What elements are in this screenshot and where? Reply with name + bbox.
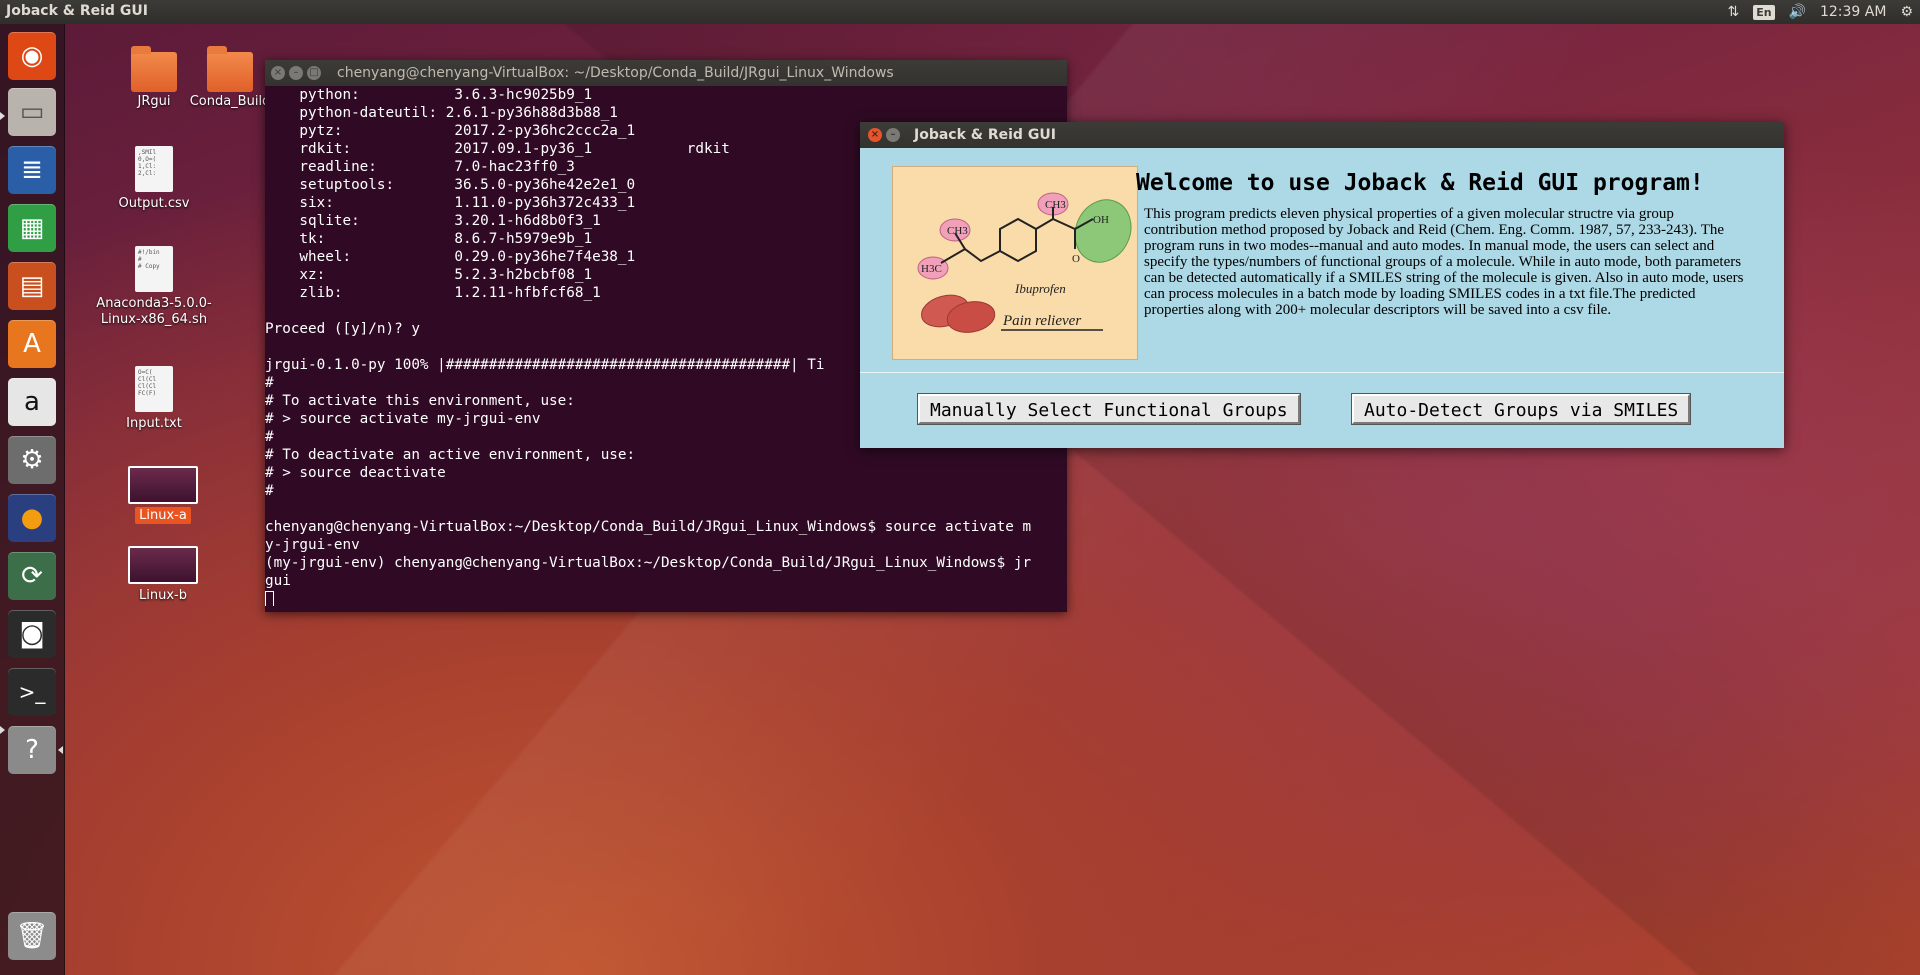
keyboard-layout-indicator[interactable]: En	[1753, 4, 1775, 20]
running-indicator	[0, 726, 5, 734]
amazon-icon[interactable]: a	[8, 378, 56, 426]
image-thumbnail	[128, 546, 198, 584]
software-center-icon[interactable]: A	[8, 320, 56, 368]
ubuntu-dash-icon[interactable]: ◉	[8, 32, 56, 80]
software-updater-icon[interactable]: ⟳	[8, 552, 56, 600]
ch3-label: CH3	[947, 225, 968, 237]
minimize-icon[interactable]: –	[289, 66, 303, 80]
gui-title: Joback & Reid GUI	[914, 127, 1056, 143]
disk-icon[interactable]: ◙	[8, 610, 56, 658]
close-icon[interactable]: ×	[868, 128, 882, 142]
ibuprofen-structure: CH3 H3C CH3 OH O Ibuprofen Pain reliever	[917, 192, 1132, 333]
desktop-icon-label: Input.txt	[126, 416, 182, 431]
terminal-titlebar[interactable]: × – □ chenyang@chenyang-VirtualBox: ~/De…	[265, 60, 1067, 86]
system-tray: ⇅ En 🔊 12:39 AM ⚙	[1720, 0, 1920, 24]
desktop-icon-label: Conda_Build	[189, 94, 271, 109]
terminal-line: #	[265, 483, 274, 499]
help-icon[interactable]: ?	[8, 726, 56, 774]
desktop-icon-label: Anaconda3-5.0.0-Linux-x86_64.sh	[96, 296, 212, 327]
manual-mode-button[interactable]: Manually Select Functional Groups	[917, 393, 1301, 425]
h3c-label: H3C	[921, 263, 942, 275]
folder-icon	[207, 46, 253, 92]
script-file-icon: #!/bin # # Copy	[135, 246, 173, 292]
auto-detect-button[interactable]: Auto-Detect Groups via SMILES	[1350, 393, 1692, 425]
oh-label: OH	[1093, 214, 1109, 226]
terminal-prompt-line[interactable]	[265, 590, 1067, 606]
desktop-image-linux-a[interactable]: Linux-a	[118, 466, 208, 524]
writer-icon[interactable]: ≣	[8, 146, 56, 194]
calc-icon[interactable]: ▦	[8, 204, 56, 252]
jr-gui-window: × – Joback & Reid GUI CH3 H3C CH3 OH O I…	[860, 122, 1784, 448]
close-icon[interactable]: ×	[271, 66, 285, 80]
terminal-title: chenyang@chenyang-VirtualBox: ~/Desktop/…	[337, 65, 894, 81]
terminal-line: gui	[265, 573, 291, 589]
volume-icon[interactable]: 🔊	[1789, 4, 1806, 20]
terminal-line: # > source deactivate	[265, 465, 446, 481]
terminal-line: # To deactivate an active environment, u…	[265, 447, 636, 463]
desktop-file-anaconda[interactable]: #!/bin # # Copy Anaconda3-5.0.0-Linux-x86_…	[92, 246, 216, 328]
gui-titlebar[interactable]: × – Joback & Reid GUI	[860, 122, 1784, 148]
running-indicator	[0, 112, 5, 120]
desktop-folder-jrgui[interactable]: JRgui	[124, 46, 184, 109]
program-description: This program predicts eleven physical pr…	[1144, 206, 1744, 318]
terminal-cursor	[265, 591, 274, 606]
launcher: ◉ ▭ ≣ ▦ ▤ A a ⚙ ● ⟳ ◙ >_ ? 🗑	[0, 24, 65, 975]
svg-text:O: O	[1072, 253, 1080, 265]
welcome-heading: Welcome to use Joback & Reid GUI program…	[1136, 170, 1704, 196]
focused-indicator	[58, 746, 63, 754]
minimize-icon[interactable]: –	[886, 128, 900, 142]
clock[interactable]: 12:39 AM	[1820, 4, 1886, 20]
text-file-icon: O=C(Cl(Cl Cl(Cl FC(F)	[135, 366, 173, 412]
ch3-label: CH3	[1045, 199, 1066, 211]
network-icon[interactable]: ⇅	[1727, 4, 1739, 20]
firefox-icon[interactable]: ●	[8, 494, 56, 542]
terminal-icon[interactable]: >_	[8, 668, 56, 716]
terminal-line: y-jrgui-env	[265, 537, 360, 553]
terminal-line: (my-jrgui-env) chenyang@chenyang-Virtual…	[265, 555, 1032, 571]
impress-icon[interactable]: ▤	[8, 262, 56, 310]
gear-icon[interactable]: ⚙	[1900, 4, 1913, 20]
folder-icon	[131, 46, 177, 92]
desktop-file-output-csv[interactable]: ,SMIl 0,O=(1,Cl: 2,Cl: Output.csv	[110, 146, 198, 211]
image-thumbnail	[128, 466, 198, 504]
files-icon[interactable]: ▭	[8, 88, 56, 136]
csv-file-icon: ,SMIl 0,O=(1,Cl: 2,Cl:	[135, 146, 173, 192]
top-panel: Joback & Reid GUI ⇅ En 🔊 12:39 AM ⚙	[0, 0, 1920, 24]
desktop-icon-label: JRgui	[137, 94, 171, 109]
terminal-line: python: 3.6.3-hc9025b9_1	[265, 87, 593, 103]
terminal-line: chenyang@chenyang-VirtualBox:~/Desktop/C…	[265, 519, 1032, 535]
desktop-icon-label: Linux-b	[139, 588, 187, 603]
active-app-title: Joback & Reid GUI	[6, 3, 148, 19]
trash-icon[interactable]: 🗑	[8, 912, 56, 960]
ibuprofen-image: CH3 H3C CH3 OH O Ibuprofen Pain reliever	[892, 166, 1138, 360]
divider	[860, 372, 1784, 373]
system-settings-icon[interactable]: ⚙	[8, 436, 56, 484]
desktop-icon-label: Linux-a	[135, 507, 191, 524]
molecule-label: Ibuprofen	[1014, 281, 1066, 296]
image-caption: Pain reliever	[1002, 313, 1081, 329]
maximize-icon[interactable]: □	[307, 66, 321, 80]
terminal-line: python-dateutil: 2.6.1-py36h88d3b88_1	[265, 105, 618, 121]
desktop-file-input-txt[interactable]: O=C(Cl(Cl Cl(Cl FC(F) Input.txt	[110, 366, 198, 431]
desktop-image-linux-b[interactable]: Linux-b	[118, 546, 208, 603]
desktop-icon-label: Output.csv	[118, 196, 190, 211]
desktop-folder-conda-build[interactable]: Conda_Build	[188, 46, 272, 109]
